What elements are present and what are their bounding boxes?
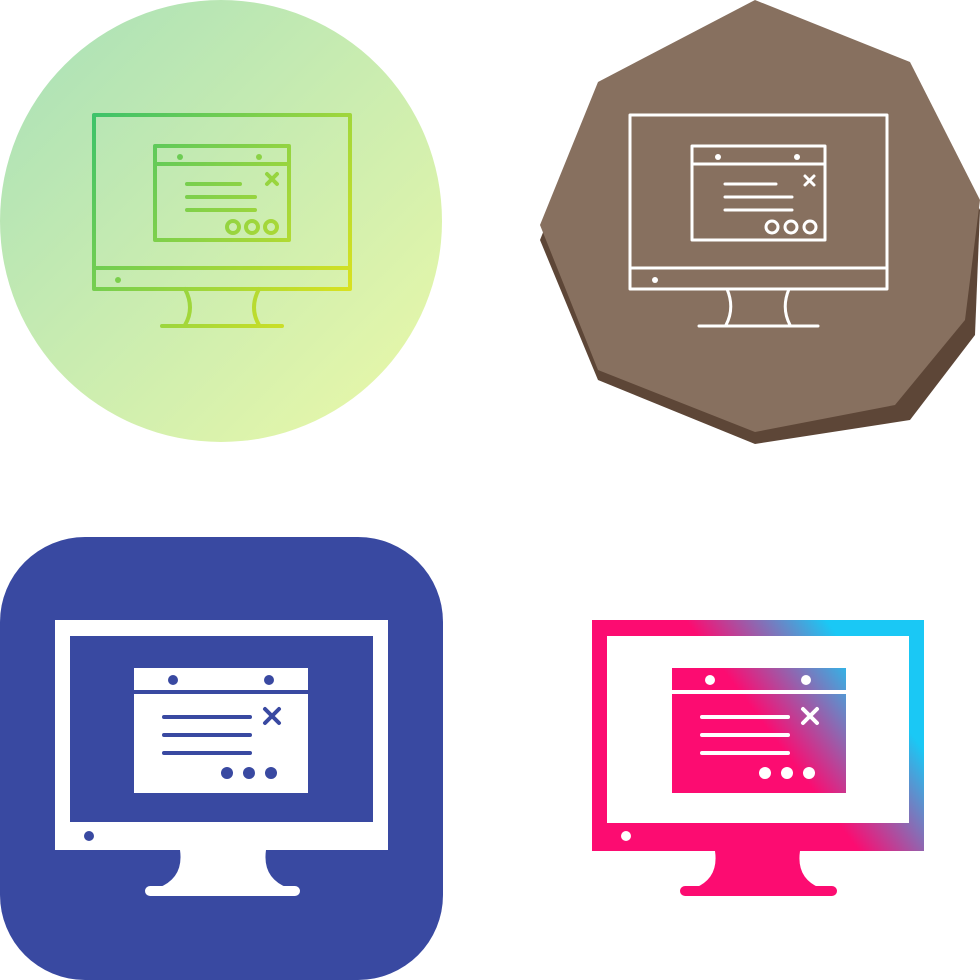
icon-set [0, 0, 980, 980]
window-dot-icon [264, 675, 274, 685]
computer-window-gradient-line-icon [0, 0, 442, 442]
window-button-icon [781, 767, 793, 779]
power-led-icon [652, 277, 658, 283]
window-dot-icon [801, 675, 811, 685]
computer-window-glyph-icon [0, 537, 443, 980]
icon-set-canvas [0, 0, 980, 980]
power-led-icon [84, 831, 94, 841]
window-dot-icon [256, 154, 262, 160]
window-button-icon [221, 767, 233, 779]
computer-window-white-line-icon [540, 0, 980, 444]
window-button-icon [265, 767, 277, 779]
window-panel [672, 668, 846, 793]
window-button-icon [803, 767, 815, 779]
power-led-icon [621, 831, 631, 841]
circle-background [0, 0, 442, 442]
window-panel [134, 668, 308, 793]
computer-window-gradient-glyph-icon [592, 620, 924, 896]
power-led-icon [115, 277, 121, 283]
monitor-base [145, 886, 300, 896]
window-dot-icon [715, 154, 721, 160]
window-button-icon [759, 767, 771, 779]
monitor-stand [695, 851, 820, 888]
window-dot-icon [177, 154, 183, 160]
window-dot-icon [168, 675, 178, 685]
monitor-base [680, 886, 837, 896]
window-button-icon [243, 767, 255, 779]
window-dot-icon [705, 675, 715, 685]
window-dot-icon [794, 154, 800, 160]
octagon-background [540, 0, 980, 432]
